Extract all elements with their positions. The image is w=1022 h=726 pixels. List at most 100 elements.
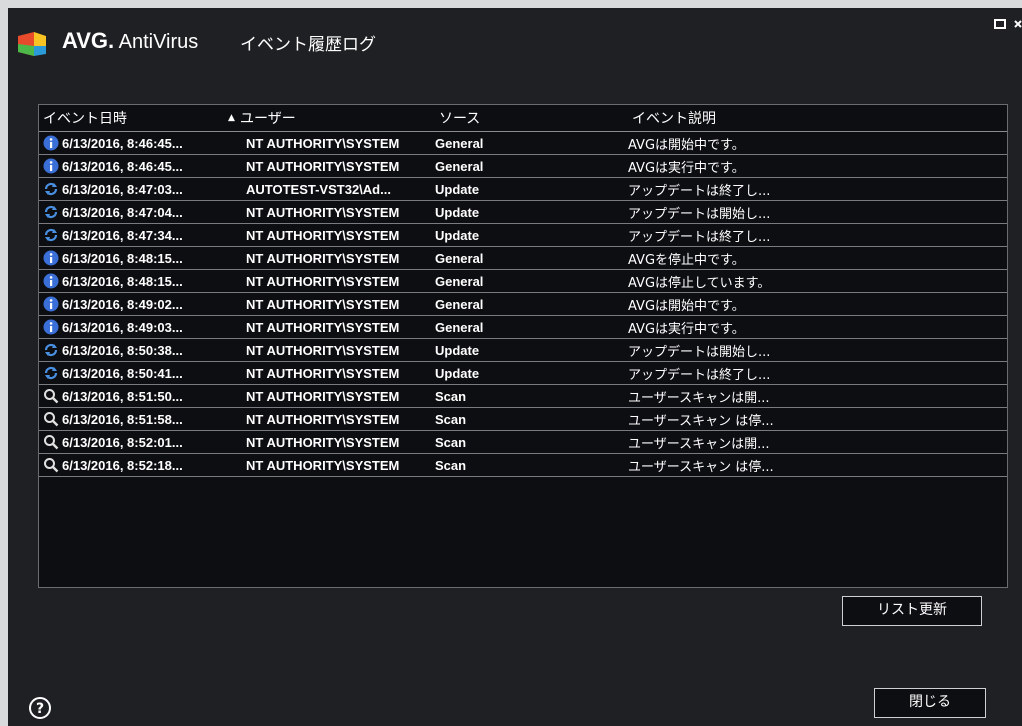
update-icon xyxy=(43,227,59,243)
cell-user: NT AUTHORITY\SYSTEM xyxy=(246,250,400,266)
cell-description: ユーザースキャン は停... xyxy=(628,413,774,429)
cell-description: アップデートは終了し... xyxy=(628,183,771,199)
scan-icon xyxy=(43,457,59,473)
cell-user: NT AUTHORITY\SYSTEM xyxy=(246,319,400,335)
time-text: 6/13/2016, 8:49:03... xyxy=(62,319,183,335)
cell-description: AVGは開始中です。 xyxy=(628,298,745,314)
table-row[interactable]: 6/13/2016, 8:48:15... NT AUTHORITY\SYSTEM… xyxy=(39,270,1007,293)
info-icon xyxy=(43,296,59,312)
cell-user: AUTOTEST-VST32\Ad... xyxy=(246,181,391,197)
cell-source: Update xyxy=(435,365,480,381)
sort-ascending-icon: ▲ xyxy=(228,113,235,123)
info-icon xyxy=(43,273,59,289)
cell-user: NT AUTHORITY\SYSTEM xyxy=(246,296,400,312)
cell-source: Update xyxy=(435,181,480,197)
cell-user: NT AUTHORITY\SYSTEM xyxy=(246,273,400,289)
close-icon[interactable] xyxy=(1014,18,1022,33)
cell-description: ユーザースキャンは開... xyxy=(628,436,770,452)
table-row[interactable]: 6/13/2016, 8:46:45... NT AUTHORITY\SYSTEM… xyxy=(39,132,1007,155)
cell-description: AVGは停止しています。 xyxy=(628,275,771,291)
cell-time: 6/13/2016, 8:49:03... xyxy=(39,319,246,335)
cell-user: NT AUTHORITY\SYSTEM xyxy=(246,365,400,381)
event-history-window: AVG. AntiVirus イベント履歴ログ イベント日時 ▲ ユーザー ソー… xyxy=(8,8,1022,726)
cell-time: 6/13/2016, 8:51:58... xyxy=(39,411,246,427)
cell-description: アップデートは終了し... xyxy=(628,367,771,383)
time-text: 6/13/2016, 8:50:41... xyxy=(62,365,183,381)
cell-time: 6/13/2016, 8:52:01... xyxy=(39,434,246,450)
time-text: 6/13/2016, 8:47:34... xyxy=(62,227,183,243)
svg-text:?: ? xyxy=(36,701,44,717)
cell-source: General xyxy=(435,273,484,289)
cell-time: 6/13/2016, 8:51:50... xyxy=(39,388,246,404)
time-text: 6/13/2016, 8:51:58... xyxy=(62,411,183,427)
title-bar: AVG. AntiVirus イベント履歴ログ xyxy=(8,8,1022,84)
update-icon xyxy=(43,342,59,358)
table-row[interactable]: 6/13/2016, 8:52:18... NT AUTHORITY\SYSTEM… xyxy=(39,454,1007,477)
cell-user: NT AUTHORITY\SYSTEM xyxy=(246,135,400,151)
cell-source: Scan xyxy=(435,411,467,427)
cell-description: アップデートは開始し... xyxy=(628,344,771,360)
cell-user: NT AUTHORITY\SYSTEM xyxy=(246,227,400,243)
table-body: 6/13/2016, 8:46:45... NT AUTHORITY\SYSTEM… xyxy=(39,132,1007,477)
table-row[interactable]: 6/13/2016, 8:49:02... NT AUTHORITY\SYSTEM… xyxy=(39,293,1007,316)
cell-source: General xyxy=(435,319,484,335)
cell-description: AVGは実行中です。 xyxy=(628,321,745,337)
table-row[interactable]: 6/13/2016, 8:49:03... NT AUTHORITY\SYSTEM… xyxy=(39,316,1007,339)
cell-description: ユーザースキャンは開... xyxy=(628,390,770,406)
refresh-list-button[interactable]: リスト更新 xyxy=(842,596,982,626)
window-controls xyxy=(990,18,1022,33)
cell-time: 6/13/2016, 8:46:45... xyxy=(39,135,246,151)
cell-time: 6/13/2016, 8:46:45... xyxy=(39,158,246,174)
cell-time: 6/13/2016, 8:49:02... xyxy=(39,296,246,312)
table-row[interactable]: 6/13/2016, 8:47:04... NT AUTHORITY\SYSTEM… xyxy=(39,201,1007,224)
table-row[interactable]: 6/13/2016, 8:47:34... NT AUTHORITY\SYSTEM… xyxy=(39,224,1007,247)
table-row[interactable]: 6/13/2016, 8:46:45... NT AUTHORITY\SYSTEM… xyxy=(39,155,1007,178)
time-text: 6/13/2016, 8:50:38... xyxy=(62,342,183,358)
table-row[interactable]: 6/13/2016, 8:51:50... NT AUTHORITY\SYSTEM… xyxy=(39,385,1007,408)
app-name: AVG. AntiVirus xyxy=(62,28,198,54)
column-header-user[interactable]: ユーザー xyxy=(240,108,439,128)
column-header-time[interactable]: イベント日時 xyxy=(39,108,228,128)
time-text: 6/13/2016, 8:52:01... xyxy=(62,434,183,450)
table-row[interactable]: 6/13/2016, 8:50:41... NT AUTHORITY\SYSTEM… xyxy=(39,362,1007,385)
window-title: イベント履歴ログ xyxy=(240,35,376,55)
update-icon xyxy=(43,204,59,220)
cell-source: Update xyxy=(435,204,480,220)
time-text: 6/13/2016, 8:46:45... xyxy=(62,158,183,174)
column-header-description[interactable]: イベント説明 xyxy=(632,108,1007,128)
scan-icon xyxy=(43,388,59,404)
table-row[interactable]: 6/13/2016, 8:48:15... NT AUTHORITY\SYSTEM… xyxy=(39,247,1007,270)
cell-user: NT AUTHORITY\SYSTEM xyxy=(246,204,400,220)
product-name: AntiVirus xyxy=(118,31,199,53)
cell-description: アップデートは開始し... xyxy=(628,206,771,222)
table-header: イベント日時 ▲ ユーザー ソース イベント説明 xyxy=(39,105,1007,132)
close-button[interactable]: 閉じる xyxy=(874,688,986,718)
time-text: 6/13/2016, 8:52:18... xyxy=(62,457,183,473)
cell-source: General xyxy=(435,250,484,266)
cell-user: NT AUTHORITY\SYSTEM xyxy=(246,158,400,174)
scan-icon xyxy=(43,411,59,427)
info-icon xyxy=(43,319,59,335)
cell-description: AVGは開始中です。 xyxy=(628,137,745,153)
cell-description: AVGは実行中です。 xyxy=(628,160,745,176)
table-row[interactable]: 6/13/2016, 8:47:03... AUTOTEST-VST32\Ad..… xyxy=(39,178,1007,201)
cell-time: 6/13/2016, 8:47:03... xyxy=(39,181,246,197)
scan-icon xyxy=(43,434,59,450)
cell-description: ユーザースキャン は停... xyxy=(628,459,774,475)
restore-icon[interactable] xyxy=(993,18,1006,33)
cell-source: Scan xyxy=(435,388,467,404)
time-text: 6/13/2016, 8:49:02... xyxy=(62,296,183,312)
help-icon[interactable]: ? xyxy=(28,696,52,720)
cell-source: General xyxy=(435,296,484,312)
update-icon xyxy=(43,365,59,381)
cell-description: AVGを停止中です。 xyxy=(628,252,745,268)
table-row[interactable]: 6/13/2016, 8:52:01... NT AUTHORITY\SYSTEM… xyxy=(39,431,1007,454)
event-log-table: イベント日時 ▲ ユーザー ソース イベント説明 6/13/2016, 8:46… xyxy=(38,104,1008,588)
table-row[interactable]: 6/13/2016, 8:50:38... NT AUTHORITY\SYSTEM… xyxy=(39,339,1007,362)
table-row[interactable]: 6/13/2016, 8:51:58... NT AUTHORITY\SYSTEM… xyxy=(39,408,1007,431)
time-text: 6/13/2016, 8:48:15... xyxy=(62,250,183,266)
column-header-source[interactable]: ソース xyxy=(439,108,632,128)
cell-description: アップデートは終了し... xyxy=(628,229,771,245)
info-icon xyxy=(43,135,59,151)
time-text: 6/13/2016, 8:47:04... xyxy=(62,204,183,220)
